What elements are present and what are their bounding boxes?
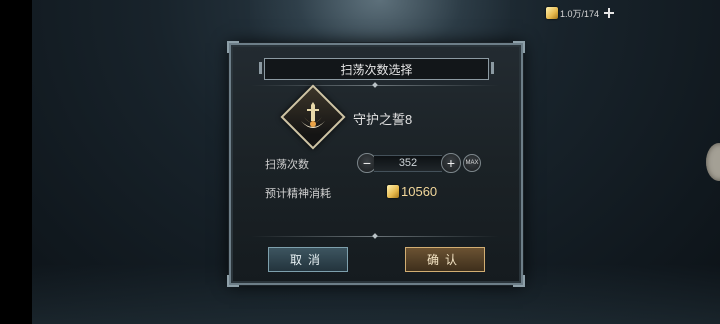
resource-value: 1.0万/174 <box>560 8 600 19</box>
plus-button[interactable]: + <box>441 153 461 173</box>
plus-icon: + <box>446 155 456 171</box>
plus-icon[interactable] <box>603 7 615 19</box>
side-ornament[interactable] <box>706 143 720 181</box>
sweep-count-dialog: 扫荡次数选择 守护之誓8 扫荡次数 − 352 + MAX 预计精神消耗 105… <box>227 41 525 287</box>
frame-corner-decoration <box>513 41 525 53</box>
resource-counter: 1.0万/174 <box>546 5 615 21</box>
frame-corner-decoration <box>227 41 239 53</box>
item-name: 守护之誓8 <box>353 112 413 127</box>
cost-value: 10560 <box>401 184 438 199</box>
frame-corner-decoration <box>227 275 239 287</box>
sweep-count-field[interactable]: 352 <box>374 155 442 172</box>
spirit-coin-icon <box>546 7 558 19</box>
sword-emblem-icon <box>280 84 346 150</box>
minus-icon: − <box>362 155 372 171</box>
sweep-count-label: 扫荡次数 <box>265 159 309 171</box>
dialog-title: 扫荡次数选择 <box>259 58 494 80</box>
frame-corner-decoration <box>513 275 525 287</box>
top-divider <box>251 82 499 88</box>
cancel-button[interactable]: 取消 <box>268 247 348 272</box>
confirm-button[interactable]: 确认 <box>405 247 485 272</box>
cost-label: 预计精神消耗 <box>265 188 331 200</box>
spirit-coin-icon <box>387 185 399 198</box>
cost-display: 10560 <box>387 184 437 199</box>
screen-left-edge <box>0 0 32 324</box>
max-button[interactable]: MAX <box>463 154 481 172</box>
bottom-divider <box>251 233 499 239</box>
